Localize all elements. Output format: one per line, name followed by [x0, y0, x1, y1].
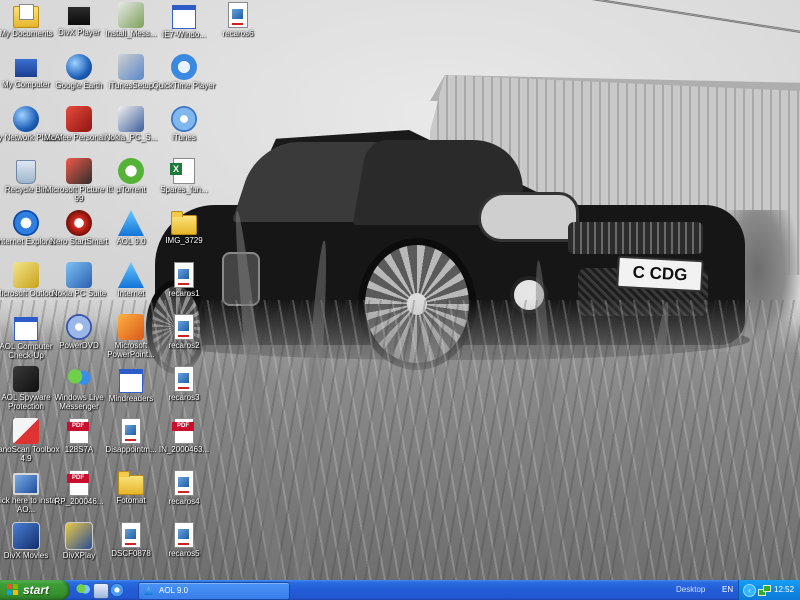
desktop-toolbar-label[interactable]: Desktop — [676, 580, 705, 600]
show-hidden-icons-icon[interactable]: ‹ — [743, 584, 756, 597]
powerdvd-icon — [66, 314, 92, 340]
desktop-icon-recaros5[interactable]: recaros5 — [148, 522, 220, 574]
image-file-icon — [174, 262, 194, 288]
image-file-icon — [121, 522, 141, 548]
show-desktop-icon[interactable] — [93, 583, 109, 599]
pdf-file-icon — [172, 418, 194, 444]
language-indicator[interactable]: EN — [722, 580, 733, 600]
aol-spyware-icon — [13, 366, 39, 392]
powerpoint-icon — [118, 314, 144, 340]
desktop-icon-in-2000463[interactable]: IN_2000463... — [148, 418, 220, 470]
desktop-icon-recaros2[interactable]: recaros2 — [148, 314, 220, 366]
taskbar-button-aol-9[interactable]: AOL 9.0 — [138, 582, 290, 600]
windows-logo-icon — [7, 584, 19, 596]
internet-explorer-quicklaunch-icon[interactable] — [110, 583, 124, 597]
divxplay-icon — [65, 522, 93, 550]
nokia-installer-icon — [118, 106, 144, 132]
aol-checkup-icon — [14, 317, 38, 341]
taskbar-clock: 12:52 — [774, 585, 795, 594]
mcafee-icon — [66, 106, 92, 132]
utorrent-icon — [118, 158, 144, 184]
network-places-icon — [13, 106, 39, 132]
image-file-icon — [174, 470, 194, 496]
aol-icon — [144, 586, 153, 595]
system-tray: ‹ 12:52 — [738, 580, 800, 600]
installer-icon — [118, 2, 144, 28]
canoscan-icon — [13, 418, 39, 444]
image-file-icon — [228, 2, 248, 28]
desktop-icon-recaros6[interactable]: recaros6 — [202, 2, 274, 54]
messenger-quicklaunch-icon[interactable] — [76, 583, 90, 597]
desktop-icon-recaros1[interactable]: recaros1 — [148, 262, 220, 314]
outlook-icon — [13, 262, 39, 288]
desktop-icon-img-3729[interactable]: IMG_3729 — [148, 210, 220, 262]
fotomat-icon — [118, 471, 144, 495]
divx-movies-icon — [12, 522, 40, 550]
wallpaper-car-grille — [568, 222, 703, 254]
my-documents-icon — [13, 4, 39, 28]
aol-install-icon — [13, 473, 39, 495]
wallpaper-car-number-plate: C CDG — [616, 255, 704, 293]
document-icon — [121, 418, 141, 444]
desktop-icon-recaros3[interactable]: recaros3 — [148, 366, 220, 418]
desktop-icon-recaros4[interactable]: recaros4 — [148, 470, 220, 522]
desktop-icon-itunes[interactable]: iTunes — [148, 106, 220, 158]
recycle-bin-icon — [16, 160, 36, 184]
aol-icon — [118, 210, 144, 236]
image-file-icon — [174, 366, 194, 392]
start-button-label: start — [23, 583, 50, 597]
divx-player-icon — [66, 5, 92, 27]
my-computer-icon — [13, 57, 39, 79]
picture-it-icon — [66, 158, 92, 184]
aol-internet-icon — [118, 262, 144, 288]
nero-icon — [66, 210, 92, 236]
desktop-icon-spares-fun[interactable]: Spares_fun... — [148, 158, 220, 210]
folder-icon — [171, 211, 197, 235]
messenger-icon — [66, 366, 92, 392]
taskbar: start AOL 9.0 Desktop EN ‹ 12:52 — [0, 580, 800, 600]
pdf-file-icon — [67, 418, 89, 444]
wallpaper-car-headlight — [478, 192, 579, 242]
internet-explorer-icon — [13, 210, 39, 236]
quicktime-icon — [171, 54, 197, 80]
pdf-file-icon — [67, 470, 89, 496]
start-button[interactable]: start — [0, 580, 70, 600]
excel-file-icon — [170, 158, 195, 184]
image-file-icon — [174, 314, 194, 340]
mindreaders-icon — [119, 369, 143, 393]
network-icon[interactable] — [758, 585, 771, 596]
nokia-pc-suite-icon — [66, 262, 92, 288]
ie7-installer-icon — [172, 5, 196, 29]
image-file-icon — [174, 522, 194, 548]
itunes-setup-icon — [118, 54, 144, 80]
taskbar-button-label: AOL 9.0 — [159, 586, 189, 595]
itunes-icon — [171, 106, 197, 132]
desktop-icon-quicktime-player[interactable]: QuickTime Player — [148, 54, 220, 106]
google-earth-icon — [66, 54, 92, 80]
